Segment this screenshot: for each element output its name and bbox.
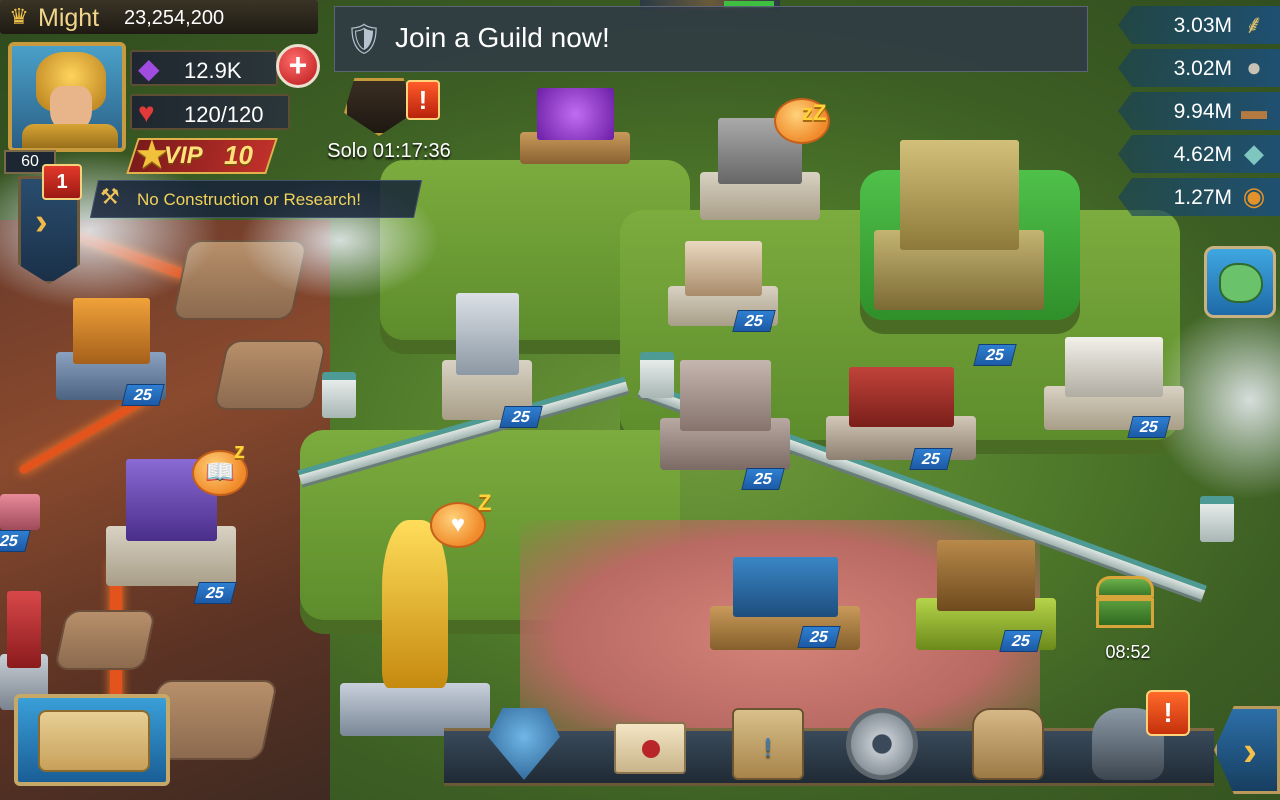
solo-event[interactable]: ! Solo 01:17:36 [314,76,464,168]
rock-pillar [53,610,157,670]
watchtower[interactable] [442,270,532,420]
gear-icon [846,708,918,780]
building-level-badge[interactable]: 25 [909,448,953,470]
helmet-emblem-icon [344,78,414,136]
chevron-right-icon: › [1243,727,1257,774]
player-avatar[interactable] [8,42,126,152]
chest-timer: 08:52 [1105,642,1151,662]
might-value: 23,254,200 [124,7,225,29]
hero-alert-icon: ! [1146,690,1190,736]
building-level-badge[interactable]: 25 [973,344,1017,366]
gold-coin-icon: ◉ [1242,181,1266,211]
market-stall[interactable] [0,440,40,530]
construction-status[interactable]: No Construction or Research! [137,190,361,210]
building-level-badge[interactable]: 25 [193,582,237,604]
guild-button[interactable] [478,700,570,796]
gems-counter[interactable]: ◆ 12.9K [130,50,278,86]
ore-icon: ◆ [1244,138,1264,168]
wall-tower [322,372,356,418]
scroll-icon [38,710,150,772]
chest-icon [1096,576,1154,598]
arena[interactable] [0,570,48,710]
stone-icon: ● [1246,52,1262,82]
items-button[interactable] [962,700,1054,796]
resource-food-value: 3.03M [1173,14,1232,37]
building-level-badge[interactable]: 25 [797,626,841,648]
gem-mine-cart[interactable] [520,84,630,164]
barracks[interactable] [826,350,976,460]
building-level-badge[interactable]: 25 [741,468,785,490]
stamina-counter[interactable]: ♥ 120/120 [130,94,290,130]
guild-banner-text[interactable]: Join a Guild now! [395,22,610,54]
gem-icon: ◆ [138,53,160,84]
vip-label: VIP [164,142,203,169]
quests-button[interactable]: ! [722,700,814,796]
chevron-right-icon: › [35,201,48,243]
gems-value: 12.9K [184,58,242,83]
forge-district[interactable] [56,280,166,400]
crown-icon: ♛ [9,4,29,29]
heart-icon: ♥ [138,97,155,128]
resource-timber-value: 9.94M [1173,100,1232,123]
building-level-badge[interactable]: 25 [999,630,1043,652]
world-map-button[interactable] [1204,246,1276,318]
might-label: Might [38,4,100,32]
solo-event-timer: Solo 01:17:36 [327,140,451,162]
resource-ore-value: 4.62M [1173,143,1232,166]
settings-button[interactable] [836,700,928,796]
alert-icon: ! [406,80,440,120]
vip-level: 10 [224,140,253,170]
idle-bubble[interactable]: zZ [774,98,830,144]
building-level-badge[interactable]: 25 [499,406,543,428]
building-level-badge[interactable]: 25 [121,384,165,406]
infirmary[interactable] [1044,320,1184,430]
guild-shield-icon [488,708,560,780]
guild-hall[interactable] [874,110,1044,310]
resource-stone-value: 3.02M [1173,57,1232,80]
backpack-icon [972,708,1044,780]
notification-badge[interactable]: 1 [42,164,82,200]
stamina-value: 120/120 [184,102,264,127]
rock-pillar [212,340,328,410]
building-level-badge[interactable]: 25 [732,310,776,332]
chat-shield-icon: 🛡 [344,23,384,56]
log-icon: ▬ [1241,95,1267,125]
mail-button[interactable] [604,700,696,796]
building-level-badge[interactable]: 25 [1127,416,1171,438]
heal-bubble[interactable]: ♥ Z [430,490,491,548]
idle-bubble[interactable]: 📖 z [192,438,248,496]
wheat-icon: ⸙ [1244,9,1264,39]
quest-scroll-button[interactable] [14,694,170,786]
castle[interactable] [660,340,790,470]
wall-tower [1200,496,1234,542]
treasure-chest[interactable] [1092,572,1158,632]
resource-gold-value: 1.27M [1173,186,1232,209]
map-icon [1219,263,1263,303]
builder-icon: ⚒ [100,184,120,209]
